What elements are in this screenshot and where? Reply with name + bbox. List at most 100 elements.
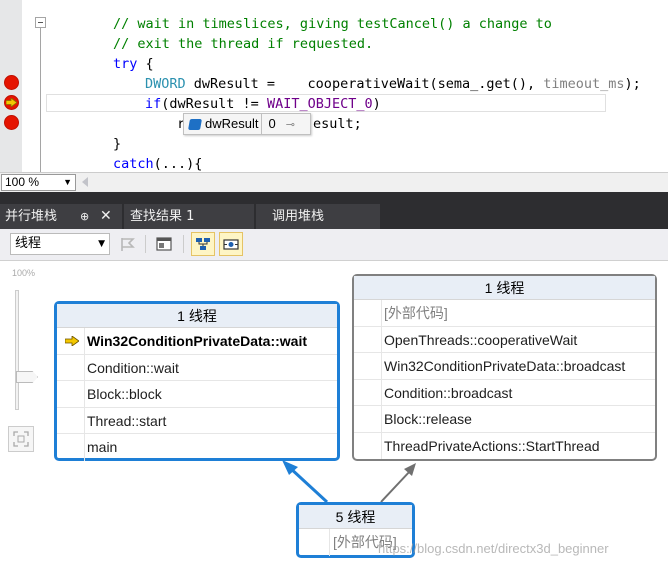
outline-line — [40, 22, 41, 172]
stack-frame-label: [外部代码] — [384, 305, 448, 321]
stack-frame-label: Condition::wait — [87, 359, 179, 376]
pin-icon[interactable]: ⊸ — [286, 118, 295, 131]
toolbar-separator — [183, 235, 184, 253]
tool-window-separator — [0, 192, 668, 204]
stack-frame-row[interactable]: main — [57, 434, 337, 461]
arrowhead-icon — [282, 460, 298, 475]
parallel-stacks-diagram[interactable]: 100% 1 线程 Win32ConditionPrivateData::wai… — [0, 262, 668, 568]
breakpoint-icon[interactable] — [4, 75, 19, 90]
stack-frame-label: ThreadPrivateActions::StartThread — [384, 437, 600, 454]
close-icon[interactable]: ✕ — [100, 204, 112, 229]
method-view-icon — [156, 237, 172, 251]
stack-frame-row[interactable]: [外部代码] — [354, 300, 655, 327]
tab-call-stack[interactable]: 调用堆栈 — [256, 204, 380, 229]
variable-cube-icon — [188, 118, 202, 130]
stack-frame-row[interactable]: OpenThreads::cooperativeWait — [354, 326, 655, 353]
stack-frame-label: Block::block — [87, 386, 162, 402]
code-text: { — [137, 56, 154, 72]
stack-header[interactable]: 5 线程 — [299, 505, 412, 529]
datatip[interactable]: dwResult 0 ⊸ — [183, 113, 311, 135]
parallel-stacks-toolbar: 线程 ▼ — [0, 229, 668, 261]
code-text: ); — [624, 76, 641, 92]
code-line: } — [113, 134, 121, 154]
tool-window-tabs: 并行堆栈 ⊕ ✕ 查找结果 1 调用堆栈 — [0, 204, 668, 229]
view-mode-value: 线程 — [15, 236, 42, 251]
tab-label: 并行堆栈 — [5, 209, 58, 224]
zoom-level-value: 100 % — [5, 175, 40, 189]
code-editor[interactable]: // wait in timeslices, giving testCancel… — [0, 0, 668, 172]
code-type: DWORD — [145, 76, 186, 92]
stack-frame-label: Win32ConditionPrivateData::broadcast — [384, 358, 626, 374]
code-text: dwResult = cooperativeWait(sema_.get(), — [185, 76, 544, 92]
method-view-button[interactable] — [152, 232, 176, 256]
scroll-left-icon[interactable] — [82, 177, 88, 187]
toolbar-separator — [145, 235, 146, 253]
fit-to-window-icon — [13, 431, 29, 447]
watermark-text: https://blog.csdn.net/directx3d_beginner — [378, 541, 609, 556]
datatip-value[interactable]: 0 — [262, 114, 275, 134]
code-line: DWORD dwResult = cooperativeWait(sema_.g… — [145, 74, 641, 94]
code-line: // exit the thread if requested. — [113, 34, 373, 54]
stack-frame-row[interactable]: Block::release — [354, 406, 655, 433]
current-frame-arrow-icon — [65, 336, 79, 346]
thread-stack-node[interactable]: 1 线程 Win32ConditionPrivateData::wait Con… — [54, 301, 340, 461]
code-parameter: timeout_ms — [543, 76, 625, 92]
tab-label: 查找结果 1 — [130, 209, 195, 224]
code-comment: // exit the thread if requested. — [113, 36, 374, 52]
tab-label: 调用堆栈 — [272, 209, 325, 224]
stack-frame-label: Thread::start — [87, 412, 167, 429]
breakpoint-icon[interactable] — [4, 115, 19, 130]
code-keyword: catch — [113, 156, 154, 172]
stack-frame-row[interactable]: Thread::start — [57, 407, 337, 434]
code-text: } — [113, 136, 122, 152]
code-keyword: if — [145, 96, 162, 112]
stack-frame-row[interactable]: Condition::broadcast — [354, 379, 655, 406]
stack-header[interactable]: 1 线程 — [57, 304, 337, 328]
code-keyword: try — [113, 56, 138, 72]
tab-find-results[interactable]: 查找结果 1 — [124, 204, 254, 229]
current-statement-arrow-icon — [6, 98, 17, 107]
stack-frame-label: OpenThreads::cooperativeWait — [384, 331, 578, 348]
stack-frame-row[interactable]: ThreadPrivateActions::StartThread — [354, 432, 655, 460]
stack-frame-label: Win32ConditionPrivateData::wait — [87, 333, 308, 349]
view-mode-dropdown[interactable]: 线程 ▼ — [10, 233, 110, 255]
stack-tree-icon — [196, 238, 210, 250]
pin-icon[interactable]: ⊕ — [80, 204, 89, 229]
code-line: esult; — [313, 114, 362, 134]
code-line: try { — [113, 54, 154, 74]
code-text: (...){ — [153, 156, 203, 172]
code-text: ) — [372, 96, 381, 112]
stack-frame-row[interactable]: Condition::wait — [57, 354, 337, 381]
code-macro: WAIT_OBJECT_0 — [266, 96, 373, 112]
tab-parallel-stacks[interactable]: 并行堆栈 ⊕ ✕ — [0, 204, 122, 229]
connector-arrow — [380, 469, 412, 503]
stack-frame-row[interactable]: Win32ConditionPrivateData::broadcast — [354, 353, 655, 380]
connector-arrow — [287, 465, 329, 504]
code-line: // wait in timeslices, giving testCancel… — [113, 14, 552, 34]
toggle-method-view-button[interactable] — [191, 232, 215, 256]
collapse-outline-button[interactable] — [35, 17, 46, 28]
stack-header[interactable]: 1 线程 — [354, 276, 655, 300]
stack-frame-label: Condition::broadcast — [384, 384, 513, 401]
zoom-control: 100% — [6, 268, 38, 458]
code-text: (dwResult != — [161, 96, 267, 112]
thread-stack-node[interactable]: 1 线程 [外部代码] OpenThreads::cooperativeWait… — [352, 274, 657, 461]
zoom-percent-label: 100% — [12, 268, 36, 278]
stack-frame-label: Block::release — [384, 411, 472, 427]
stack-frame-row[interactable]: Win32ConditionPrivateData::wait — [57, 328, 337, 355]
zoom-slider-track[interactable] — [15, 290, 38, 410]
datatip-name: dwResult — [205, 114, 263, 134]
stack-frame-row[interactable]: Block::block — [57, 381, 337, 408]
zoom-level-dropdown[interactable]: 100 % ▼ — [1, 174, 76, 191]
code-line: catch(...){ — [113, 154, 202, 172]
code-comment: // wait in timeslices, giving testCancel… — [113, 16, 552, 32]
zoom-slider-thumb[interactable] — [16, 371, 38, 383]
arrowhead-icon — [404, 463, 416, 476]
flag-icon — [121, 238, 135, 251]
flag-threads-button[interactable] — [116, 232, 140, 256]
code-line: if(dwResult != WAIT_OBJECT_0) — [145, 94, 381, 114]
auto-scroll-icon — [223, 239, 239, 250]
auto-scroll-button[interactable] — [219, 232, 243, 256]
zoom-to-fit-button[interactable] — [8, 426, 34, 452]
editor-zoom-bar: 100 % ▼ — [0, 172, 668, 192]
